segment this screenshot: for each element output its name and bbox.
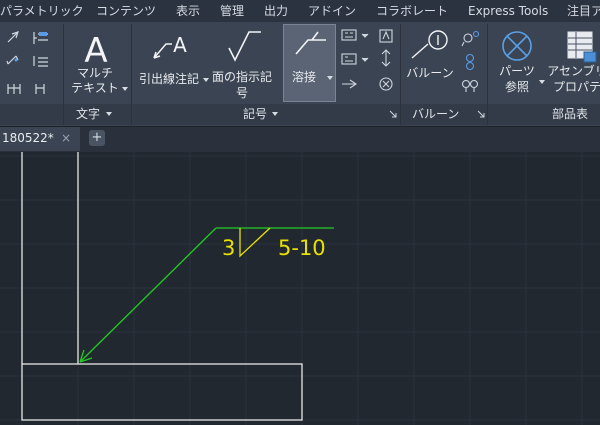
leader-note-button[interactable]: 引出線注記 (136, 72, 202, 87)
surface-texture-button-line2[interactable]: 号 (208, 86, 276, 101)
menu-featured[interactable]: 注目ア (567, 0, 600, 22)
panel-title-balloon[interactable]: バルーン (412, 105, 459, 123)
surface-texture-button-line1[interactable]: 面の指示記 (208, 70, 276, 85)
close-icon[interactable]: × (61, 131, 71, 145)
menu-addin[interactable]: アドイン (308, 0, 356, 22)
dimension-tools-icon[interactable] (4, 30, 56, 100)
panel-separator (487, 104, 488, 125)
balloon-tools-icon[interactable] (460, 28, 482, 100)
svg-text:A: A (173, 33, 187, 57)
new-tab-button[interactable]: + (89, 130, 105, 146)
chevron-down-icon[interactable] (272, 112, 278, 116)
surface-texture-icon (228, 31, 261, 62)
chevron-down-icon[interactable] (327, 76, 333, 80)
panel-separator (400, 104, 401, 125)
weld-button-label[interactable]: 溶接 (283, 70, 325, 85)
balloon-icon (411, 30, 448, 59)
panel-title-parts-list[interactable]: 部品表 (552, 105, 588, 123)
chevron-down-icon[interactable] (106, 112, 112, 116)
menu-manage[interactable]: 管理 (220, 0, 244, 22)
parts-reference-icon (502, 31, 532, 61)
mtext-button-line2[interactable]: テキスト (64, 81, 126, 96)
drawing-canvas[interactable]: 3 5-10 (0, 152, 600, 425)
panel-title-text[interactable]: 文字 (76, 105, 100, 123)
mtext-button-line1[interactable]: マルチ (64, 66, 126, 81)
document-tab-label[interactable]: 180522* (2, 131, 54, 145)
weld-symbol-icon (295, 31, 326, 55)
symbol-tools-icon[interactable] (340, 28, 398, 100)
parts-reference-button-line2[interactable]: 参照 (490, 80, 544, 95)
parts-reference-button-line1[interactable]: パーツ (490, 64, 544, 79)
svg-text:A: A (84, 32, 107, 66)
menu-contents[interactable]: コンテンツ (96, 0, 156, 22)
dialog-launcher-icon[interactable] (477, 110, 485, 118)
balloon-button[interactable]: バルーン (402, 66, 458, 81)
weld-length-text[interactable]: 5-10 (278, 236, 326, 260)
panel-separator (131, 104, 132, 125)
text-a-icon: A (84, 32, 107, 66)
menu-view[interactable]: 表示 (176, 0, 200, 22)
assembly-properties-button-line1[interactable]: アセンブリ (546, 64, 600, 79)
menu-collaborate[interactable]: コラボレート (376, 0, 448, 22)
menu-parametric[interactable]: パラメトリック (0, 0, 84, 22)
panel-separator (63, 104, 64, 125)
leader-note-icon: A (153, 33, 187, 59)
menu-bar: パラメトリック コンテンツ 表示 管理 出力 アドイン コラボレート Expre… (0, 0, 600, 22)
weld-size-text[interactable]: 3 (222, 236, 235, 260)
chevron-down-icon[interactable] (539, 80, 545, 84)
assembly-properties-button-line2[interactable]: プロパテ (546, 80, 600, 95)
assembly-properties-icon (567, 31, 597, 63)
chevron-down-icon[interactable] (122, 87, 128, 91)
menu-express-tools[interactable]: Express Tools (468, 0, 548, 22)
dialog-launcher-icon[interactable] (389, 110, 397, 118)
panel-title-symbol[interactable]: 記号 (243, 105, 267, 123)
menu-output[interactable]: 出力 (264, 0, 288, 22)
